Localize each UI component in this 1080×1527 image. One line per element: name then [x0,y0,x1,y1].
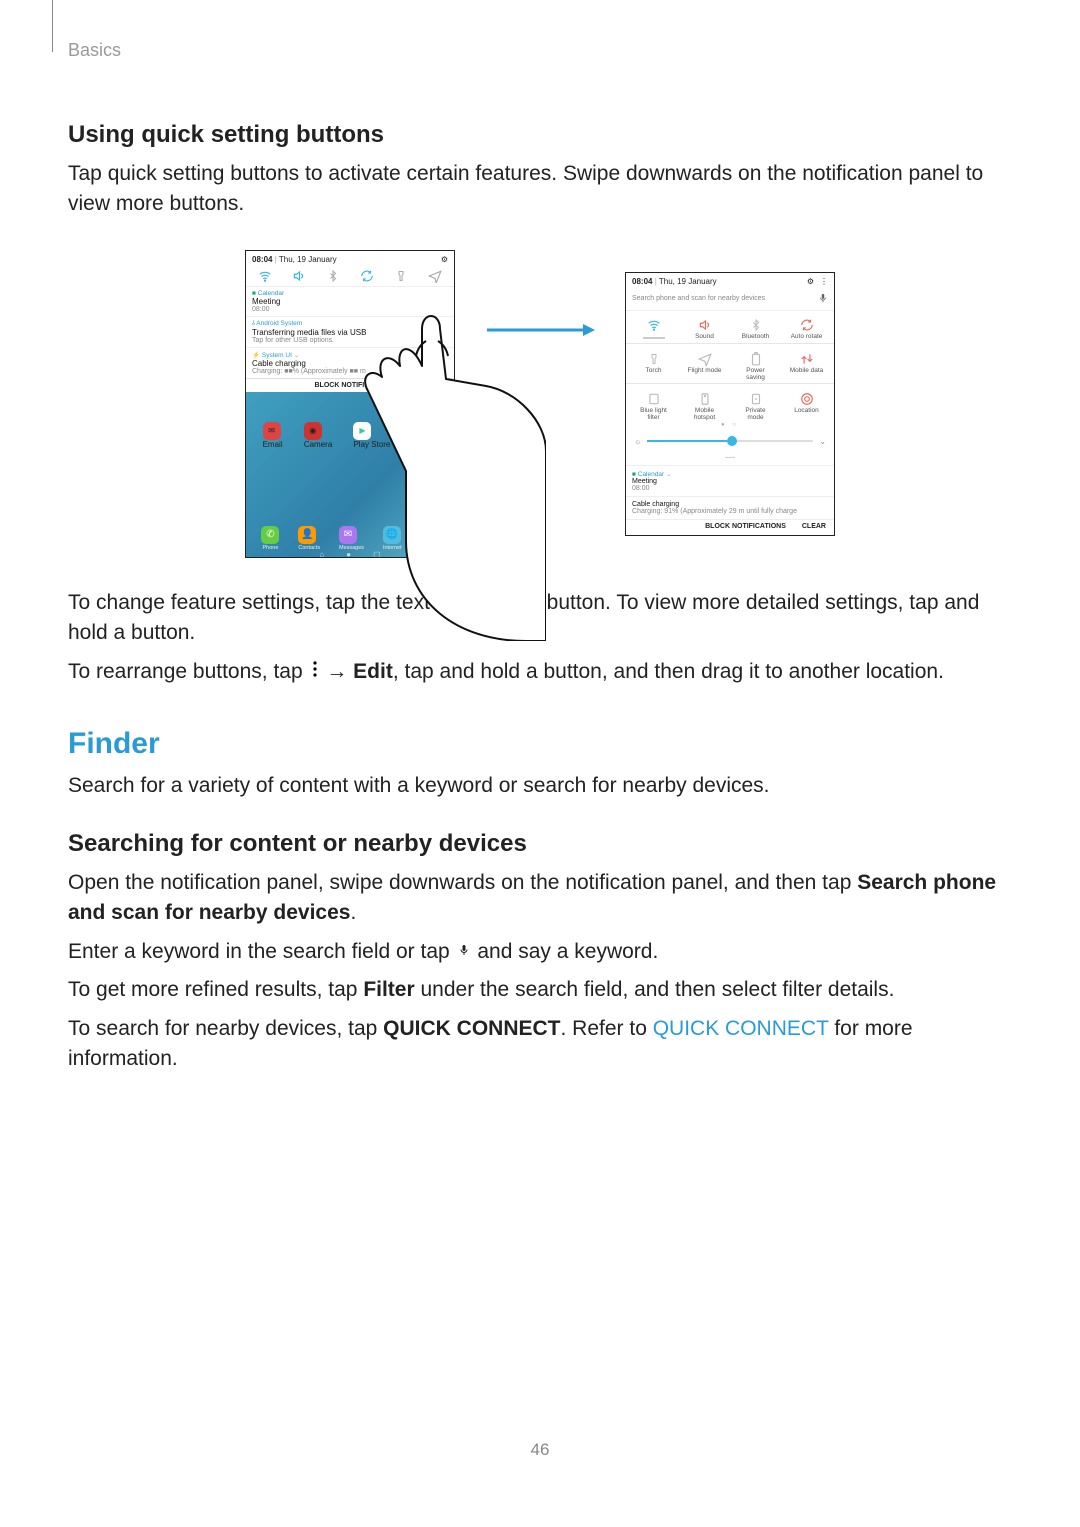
wifi-ssid-placeholder [643,337,665,339]
wifi-icon [637,317,671,333]
more-icon: ⋮ [820,277,828,286]
qs-label: Blue light filter [637,407,671,421]
dock-label: Phone [261,545,279,551]
paragraph: Open the notification panel, swipe downw… [68,868,1012,929]
block-notifications-button: BLOCK NOTIFICATIONS [705,523,786,530]
drag-handle: ― [626,452,834,465]
qs-label: Flight mode [688,367,722,374]
notif-app: Calendar [638,471,664,478]
sound-icon [292,269,306,283]
quick-connect-link[interactable]: QUICK CONNECT [653,1017,829,1040]
more-icon [311,657,319,687]
bluetooth-icon [739,317,773,333]
flight-mode-icon [688,351,722,367]
status-date: Thu, 19 January [659,277,717,286]
status-time: 08:04 [632,277,652,286]
paragraph: Enter a keyword in the search field or t… [68,937,1012,968]
torch-icon [394,269,408,283]
phone-screenshot-left: 08:04 | Thu, 19 January ⚙ [245,250,455,558]
brightness-icon: ☼ [634,437,641,446]
dock-label: Apps [421,545,439,551]
power-saving-icon [739,351,773,367]
heading-finder: Finder [68,727,1012,761]
mic-icon [818,292,828,306]
phone-screenshot-right: 08:04 | Thu, 19 January ⚙⋮ Search phone … [625,272,835,536]
wifi-icon [258,269,272,283]
notif-sub: Charging: ■■% (Approximately ■■ m [252,368,448,375]
notif-app: Calendar [258,290,284,297]
notif-title: Cable charging [252,359,448,368]
qs-label: Mobile data [790,367,824,374]
paragraph: To get more refined results, tap Filter … [68,975,1012,1005]
qs-label: Private mode [739,407,773,421]
paragraph: To change feature settings, tap the text… [68,588,1012,649]
notif-app: Android System [256,320,302,327]
app-label: Play Store [353,440,390,449]
torch-icon [637,351,671,367]
qs-label: Sound [688,333,722,340]
dock-label: Messages [339,545,364,551]
qs-label: Mobile hotspot [688,407,722,421]
page-number: 46 [0,1440,1080,1460]
notif-title: Cable charging [632,501,828,508]
block-notifications-bar: BLOCK NOTIFICATIO [246,378,454,392]
search-placeholder: Search phone and scan for nearby devices [632,295,765,302]
paragraph: Tap quick setting buttons to activate ce… [68,159,1012,220]
qs-label: Power saving [739,367,773,381]
bluetooth-icon [326,269,340,283]
section-header: Basics [68,40,1012,61]
notif-title: Meeting [632,478,828,485]
notif-sub: Charging: 91% (Approximately 29 m until … [632,508,828,515]
subheading-quick-settings: Using quick setting buttons [68,121,1012,149]
pager-dots: ● ○ [626,421,834,431]
notif-title: Transferring media files via USB [252,328,448,337]
paragraph: Search for a variety of content with a k… [68,771,1012,801]
flight-mode-icon [428,269,442,283]
app-label: Camera [304,440,332,449]
blue-light-icon [637,391,671,407]
figure-row: 08:04 | Thu, 19 January ⚙ [68,250,1012,558]
status-date: Thu, 19 January [279,255,337,264]
arrow-right [485,320,595,328]
app-label: Google [412,440,438,449]
dock-label: Internet [383,545,402,551]
auto-rotate-icon [360,269,374,283]
mobile-hotspot-icon [688,391,722,407]
qs-label: Torch [637,367,671,374]
chevron-down-icon: ⌄ [819,437,826,446]
mic-icon [458,937,470,967]
status-time: 08:04 [252,255,272,264]
mobile-data-icon [790,351,824,367]
location-icon [790,391,824,407]
header-rule [52,0,53,52]
subheading-searching: Searching for content or nearby devices [68,830,1012,858]
auto-rotate-icon [790,317,824,333]
qs-label: Location [790,407,824,414]
private-mode-icon [739,391,773,407]
notif-title: Meeting [252,297,448,306]
gear-icon: ⚙ [441,255,448,264]
paragraph: To search for nearby devices, tap QUICK … [68,1014,1012,1075]
app-label: Email [263,440,283,449]
notif-app: System UI [262,352,292,359]
notif-sub: Tap for other USB options. [252,337,448,344]
qs-label: Bluetooth [739,333,773,340]
dock-label: Contacts [298,545,320,551]
paragraph: To rearrange buttons, tap → Edit, tap an… [68,657,1012,688]
notif-sub: 08:00 [632,485,828,492]
sound-icon [688,317,722,333]
brightness-slider [647,440,813,442]
gear-icon: ⚙ [807,277,814,286]
qs-label: Auto rotate [790,333,824,340]
clear-button: CLEAR [802,523,826,530]
notif-sub: 08:00 [252,306,448,313]
